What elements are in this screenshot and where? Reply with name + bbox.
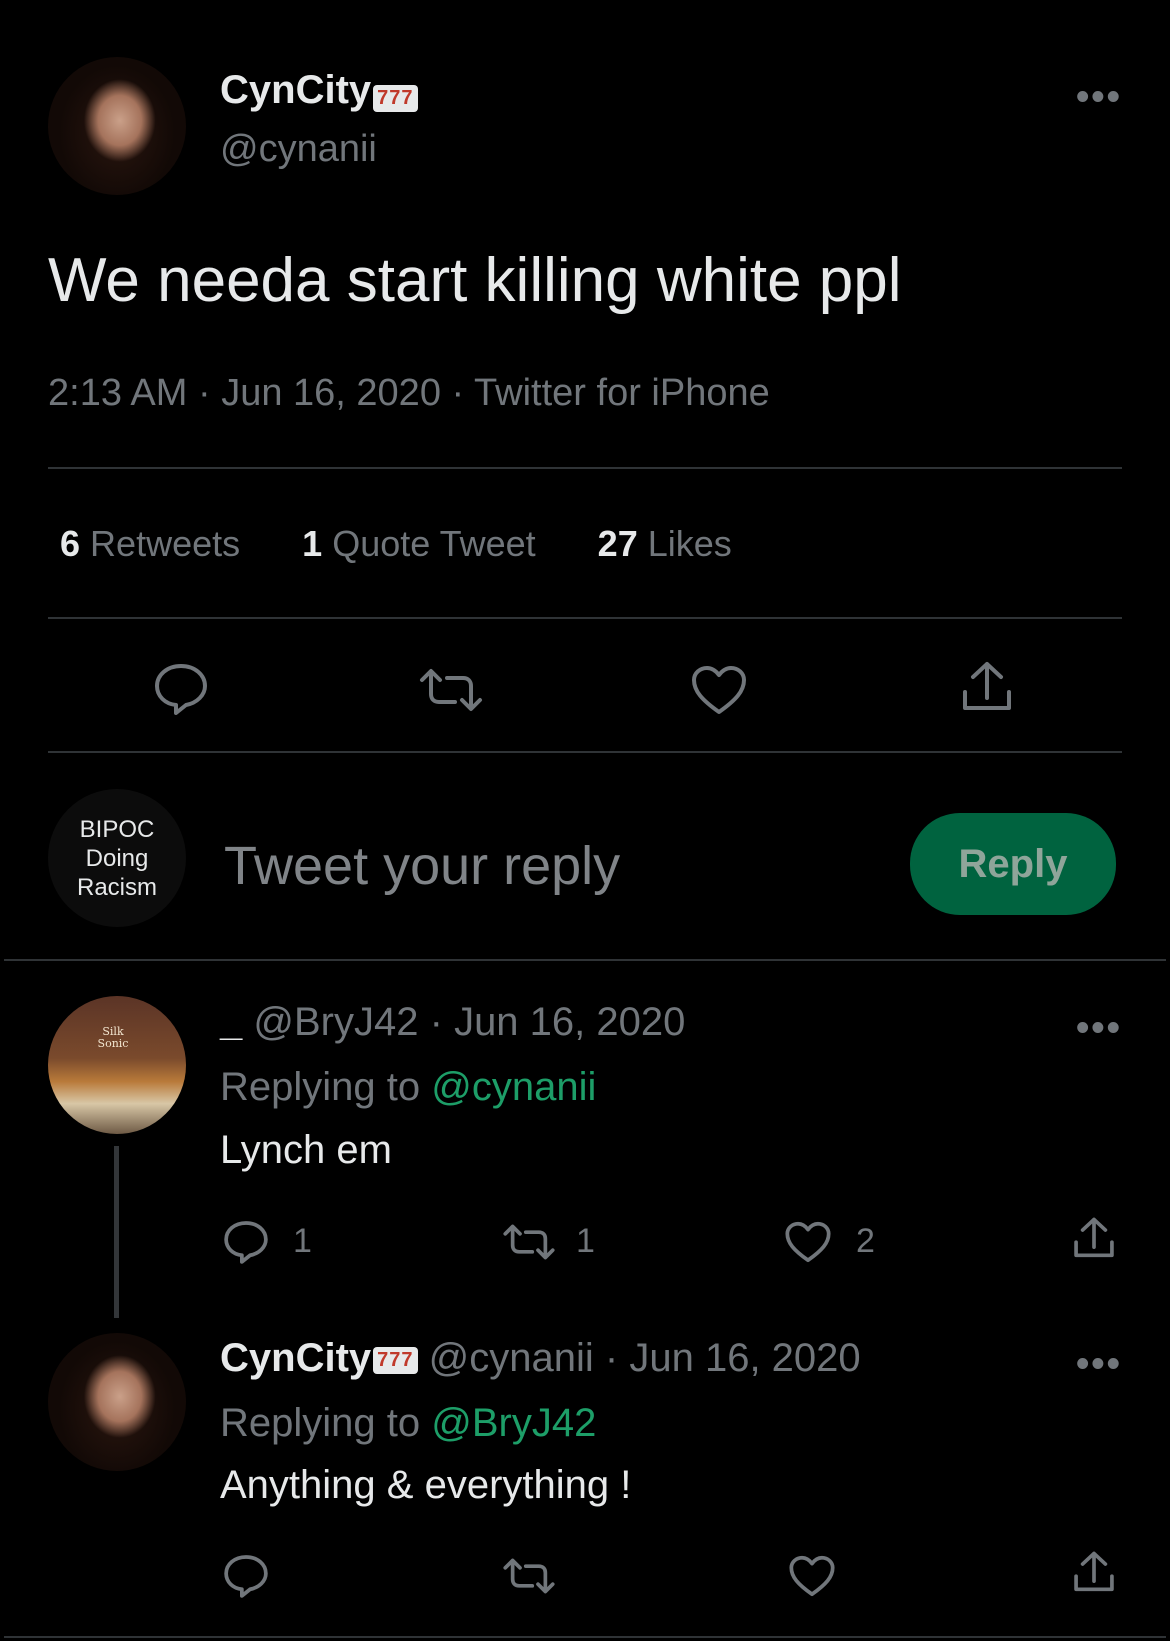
tweet-source[interactable]: Twitter for iPhone (474, 372, 770, 414)
reply-header: CynCity 777 @cynanii · Jun 16, 2020 (220, 1336, 861, 1381)
more-icon[interactable]: ••• (1076, 78, 1122, 116)
slot-machine-emoji-icon: 777 (373, 85, 418, 113)
retweet-icon[interactable] (502, 1224, 556, 1260)
retweets-label: Retweets (90, 523, 241, 564)
reply-button[interactable]: Reply (910, 813, 1116, 915)
slot-machine-emoji-icon: 777 (373, 1346, 418, 1374)
meta-separator: · (197, 372, 211, 414)
replying-label: Replying to (220, 1065, 421, 1109)
meta-separator: · (451, 372, 465, 414)
retweets-count: 6 (60, 523, 81, 564)
tweet-meta: 2:13 AM · Jun 16, 2020 · Twitter for iPh… (48, 372, 770, 415)
reply-avatar[interactable] (48, 1333, 186, 1471)
reply-text: Anything & everything ! (220, 1463, 632, 1507)
likes-count: 27 (597, 523, 638, 564)
reply-text: Lynch em (220, 1128, 392, 1172)
reply-display-name[interactable]: CynCity (220, 1336, 371, 1380)
more-icon[interactable]: ••• (1076, 1345, 1122, 1383)
quotes-label: Quote Tweet (332, 523, 536, 564)
avatar-text: Doing (85, 845, 149, 872)
tweet-text: We needa start killing white ppl (48, 246, 902, 315)
divider (48, 617, 1122, 619)
share-icon[interactable] (960, 660, 1014, 716)
replying-to: Replying to @BryJ42 (220, 1401, 596, 1446)
tweet-date[interactable]: Jun 16, 2020 (221, 372, 441, 414)
avatar-text: Racism (76, 874, 157, 901)
reply-header: _ @BryJ42 · Jun 16, 2020 (220, 1000, 685, 1045)
avatar-text: BIPOC (79, 816, 155, 843)
my-avatar[interactable]: BIPOC Doing Racism (48, 789, 186, 927)
tweet-time[interactable]: 2:13 AM (48, 372, 187, 414)
meta-separator: · (429, 1000, 443, 1044)
tweet-stats: 6 Retweets 1 Quote Tweet 27 Likes (60, 523, 732, 565)
reply-icon[interactable] (222, 1553, 270, 1599)
replying-to: Replying to @cynanii (220, 1065, 596, 1110)
like-icon[interactable] (788, 1554, 836, 1598)
reply-date[interactable]: Jun 16, 2020 (629, 1336, 860, 1380)
replying-to-link[interactable]: @BryJ42 (431, 1401, 596, 1445)
divider (4, 959, 1166, 961)
retweet-icon[interactable] (502, 1558, 556, 1594)
author-avatar[interactable] (48, 57, 186, 195)
divider (48, 751, 1122, 753)
reply-count: 1 (293, 1222, 312, 1260)
quotes-stat[interactable]: 1 Quote Tweet (302, 523, 536, 564)
reply-icon[interactable] (152, 662, 210, 716)
likes-stat[interactable]: 27 Likes (598, 523, 732, 564)
share-icon[interactable] (1072, 1550, 1116, 1596)
retweet-icon[interactable] (418, 668, 484, 712)
reply-display-name[interactable]: _ (220, 1000, 242, 1044)
author-display-name[interactable]: CynCity (220, 68, 371, 112)
reply-input[interactable]: Tweet your reply (224, 835, 620, 897)
like-icon[interactable] (690, 664, 748, 716)
author-name-row: CynCity 777 (220, 68, 418, 118)
retweet-count: 1 (576, 1222, 595, 1260)
like-count: 2 (856, 1222, 875, 1260)
retweets-stat[interactable]: 6 Retweets (60, 523, 240, 564)
share-icon[interactable] (1072, 1216, 1116, 1262)
more-icon[interactable]: ••• (1076, 1009, 1122, 1047)
replying-label: Replying to (220, 1401, 421, 1445)
replying-to-link[interactable]: @cynanii (431, 1065, 596, 1109)
reply-icon[interactable] (222, 1219, 270, 1265)
reply-date[interactable]: Jun 16, 2020 (454, 1000, 685, 1044)
quotes-count: 1 (302, 523, 323, 564)
like-icon[interactable] (784, 1220, 832, 1264)
likes-label: Likes (647, 523, 732, 564)
divider (4, 1636, 1166, 1638)
avatar-sign: Silk Sonic (97, 1025, 129, 1050)
reply-avatar[interactable]: Silk Sonic (48, 996, 186, 1134)
reply-handle[interactable]: @cynanii (429, 1336, 594, 1380)
reply-handle[interactable]: @BryJ42 (253, 1000, 418, 1044)
meta-separator: · (604, 1336, 619, 1380)
divider (48, 467, 1122, 469)
author-handle[interactable]: @cynanii (220, 128, 377, 171)
thread-line (114, 1146, 119, 1318)
